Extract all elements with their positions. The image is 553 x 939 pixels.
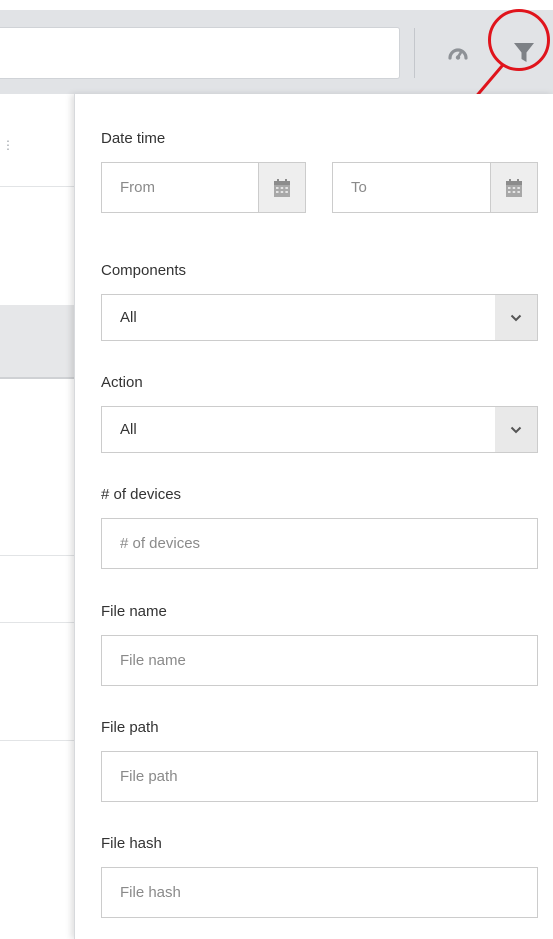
background-block [0, 305, 74, 379]
file-name-label: File name [101, 603, 167, 620]
action-select[interactable]: All [101, 406, 538, 453]
calendar-icon[interactable] [258, 162, 306, 213]
components-select[interactable]: All [101, 294, 538, 341]
components-label: Components [101, 262, 187, 279]
devices-input[interactable] [101, 518, 538, 569]
background-tab-fragment: ⋮ [2, 138, 14, 152]
background-divider [0, 740, 74, 741]
file-hash-input[interactable] [101, 867, 538, 918]
date-to-input[interactable] [332, 162, 491, 213]
calendar-icon[interactable] [490, 162, 538, 213]
background-divider [0, 186, 74, 187]
chevron-down-icon[interactable] [495, 295, 537, 340]
date-time-label: Date time [101, 130, 166, 147]
date-from-input[interactable] [101, 162, 259, 213]
search-input[interactable] [0, 27, 400, 79]
file-path-label: File path [101, 719, 159, 736]
action-selected-value: All [120, 421, 137, 438]
background-content [0, 94, 74, 939]
background-divider [0, 622, 74, 623]
filter-panel [74, 94, 553, 939]
file-hash-label: File hash [101, 835, 162, 852]
components-selected-value: All [120, 309, 137, 326]
toolbar-divider [414, 28, 415, 78]
background-divider [0, 555, 74, 556]
devices-label: # of devices [101, 486, 182, 503]
chevron-down-icon[interactable] [495, 407, 537, 452]
file-name-input[interactable] [101, 635, 538, 686]
file-path-input[interactable] [101, 751, 538, 802]
action-label: Action [101, 374, 143, 391]
